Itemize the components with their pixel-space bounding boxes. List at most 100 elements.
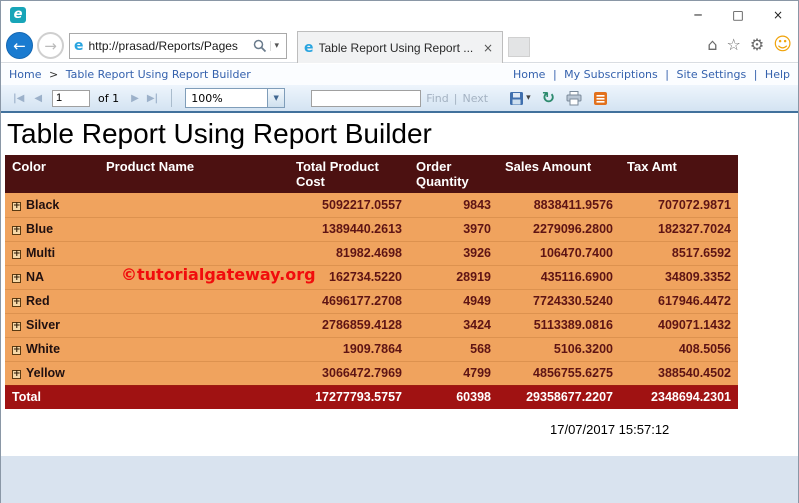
- home-icon[interactable]: ⌂: [707, 35, 717, 55]
- product-name-cell: [99, 193, 289, 218]
- last-page-button[interactable]: ▶|: [147, 93, 158, 104]
- expand-plus-icon[interactable]: +: [12, 226, 21, 235]
- product-name-cell: [99, 361, 289, 386]
- color-cell: + Yellow: [5, 361, 99, 386]
- my-subscriptions-link[interactable]: My Subscriptions: [564, 68, 658, 81]
- chevron-down-icon: ▼: [267, 89, 285, 107]
- sales-amount-cell: 8838411.9576: [498, 193, 620, 218]
- app-icon: e: [10, 7, 26, 23]
- order-qty-cell: 3424: [409, 313, 498, 338]
- sales-amount-cell: 106470.7400: [498, 241, 620, 266]
- expand-plus-icon[interactable]: +: [12, 370, 21, 379]
- table-row: + White 1909.7864 568 5106.3200 408.5056: [5, 337, 738, 362]
- column-header-sales-amount: Sales Amount: [498, 155, 620, 193]
- next-page-button[interactable]: ▶: [131, 93, 139, 104]
- color-cell: + NA: [5, 265, 99, 290]
- print-icon[interactable]: [566, 90, 582, 106]
- new-tab-button[interactable]: [508, 37, 530, 57]
- table-header-row: Color Product Name Total Product Cost Or…: [5, 155, 738, 193]
- column-header-color: Color: [5, 155, 99, 193]
- total-cost-cell: 5092217.0557: [289, 193, 409, 218]
- table-row: + Black 5092217.0557 9843 8838411.9576 70…: [5, 193, 738, 218]
- close-button[interactable]: ×: [758, 1, 798, 29]
- color-name: NA: [26, 270, 45, 284]
- total-qty-cell: 60398: [409, 385, 498, 409]
- table-row: + NA 162734.5220 28919 435116.6900 34809.…: [5, 265, 738, 290]
- product-name-cell: [99, 313, 289, 338]
- address-dropdown-icon[interactable]: ▾: [270, 41, 282, 51]
- order-qty-cell: 4949: [409, 289, 498, 314]
- column-header-total-product-cost: Total Product Cost: [289, 155, 409, 193]
- order-qty-cell: 28919: [409, 265, 498, 290]
- refresh-icon[interactable]: ↻: [542, 90, 555, 106]
- sales-amount-cell: 4856755.6275: [498, 361, 620, 386]
- home-link[interactable]: Home: [513, 68, 545, 81]
- expand-plus-icon[interactable]: +: [12, 250, 21, 259]
- data-feed-icon[interactable]: [593, 91, 608, 106]
- order-qty-cell: 4799: [409, 361, 498, 386]
- total-sales-cell: 29358677.2207: [498, 385, 620, 409]
- expand-plus-icon[interactable]: +: [12, 298, 21, 307]
- column-header-tax-amt: Tax Amt: [620, 155, 738, 193]
- total-cost-cell: 4696177.2708: [289, 289, 409, 314]
- breadcrumb-current-link[interactable]: Table Report Using Report Builder: [66, 68, 251, 81]
- expand-plus-icon[interactable]: +: [12, 322, 21, 331]
- minimize-button[interactable]: ─: [678, 1, 718, 29]
- forward-button[interactable]: →: [37, 32, 64, 59]
- expand-plus-icon[interactable]: +: [12, 274, 21, 283]
- smiley-feedback-icon[interactable]: ☺: [773, 35, 792, 55]
- order-qty-cell: 568: [409, 337, 498, 362]
- page-number-input[interactable]: [52, 89, 91, 107]
- total-cost-cell: 2786859.4128: [289, 313, 409, 338]
- total-product-name-cell: [99, 385, 289, 409]
- expand-plus-icon[interactable]: +: [12, 201, 21, 211]
- find-next-separator: |: [453, 91, 458, 105]
- column-header-order-quantity: Order Quantity: [409, 155, 498, 193]
- tab-title: Table Report Using Report ...: [318, 40, 474, 55]
- address-bar[interactable]: e http://prasad/Reports/Pages ▾: [69, 33, 287, 59]
- tax-amt-cell: 34809.3352: [620, 265, 738, 290]
- search-icon[interactable]: [252, 38, 268, 54]
- site-settings-link[interactable]: Site Settings: [676, 68, 746, 81]
- tax-amt-cell: 409071.1432: [620, 313, 738, 338]
- browser-tab[interactable]: e Table Report Using Report ... ×: [297, 31, 503, 63]
- tax-amt-cell: 408.5056: [620, 337, 738, 362]
- breadcrumb-row: Home > Table Report Using Report Builder…: [1, 64, 798, 85]
- tax-amt-cell: 388540.4502: [620, 361, 738, 386]
- previous-page-button[interactable]: ◀: [34, 93, 42, 104]
- color-name: White: [26, 342, 61, 356]
- total-label-cell: Total: [5, 385, 99, 409]
- product-name-cell: [99, 289, 289, 314]
- export-save-icon[interactable]: ▾: [509, 91, 531, 106]
- gear-icon[interactable]: ⚙: [750, 35, 764, 55]
- tax-amt-cell: 182327.7024: [620, 217, 738, 242]
- orange-report-icon: [594, 91, 608, 105]
- expand-plus-icon[interactable]: +: [12, 346, 21, 355]
- breadcrumb: Home > Table Report Using Report Builder: [9, 68, 251, 81]
- execution-timestamp: 17/07/2017 15:57:12: [550, 422, 670, 437]
- find-button[interactable]: Find: [426, 92, 449, 105]
- zoom-dropdown[interactable]: 100% ▼: [185, 88, 286, 108]
- total-cost-cell: 17277793.5757: [289, 385, 409, 409]
- color-name: Silver: [26, 318, 61, 332]
- first-page-button[interactable]: |◀: [13, 93, 24, 104]
- tax-amt-cell: 707072.9871: [620, 193, 738, 218]
- color-cell: + Red: [5, 289, 99, 314]
- ie-icon: e: [74, 38, 84, 54]
- toolbar-icons: ▾ ↻: [509, 90, 608, 106]
- report-table: Color Product Name Total Product Cost Or…: [5, 155, 738, 409]
- breadcrumb-separator: >: [48, 68, 59, 81]
- maximize-button[interactable]: □: [718, 1, 758, 29]
- back-button[interactable]: ←: [6, 32, 33, 59]
- site-links: Home | My Subscriptions | Site Settings …: [513, 68, 790, 81]
- tab-close-icon[interactable]: ×: [480, 41, 496, 55]
- find-next-button[interactable]: Next: [462, 92, 488, 105]
- link-separator: |: [753, 68, 758, 81]
- floppy-disk-icon: [510, 91, 524, 105]
- total-cost-cell: 3066472.7969: [289, 361, 409, 386]
- help-link[interactable]: Help: [765, 68, 790, 81]
- total-cost-cell: 1389440.2613: [289, 217, 409, 242]
- favorites-star-icon[interactable]: ☆: [727, 35, 741, 55]
- find-text-input[interactable]: [311, 89, 422, 107]
- breadcrumb-home-link[interactable]: Home: [9, 68, 41, 81]
